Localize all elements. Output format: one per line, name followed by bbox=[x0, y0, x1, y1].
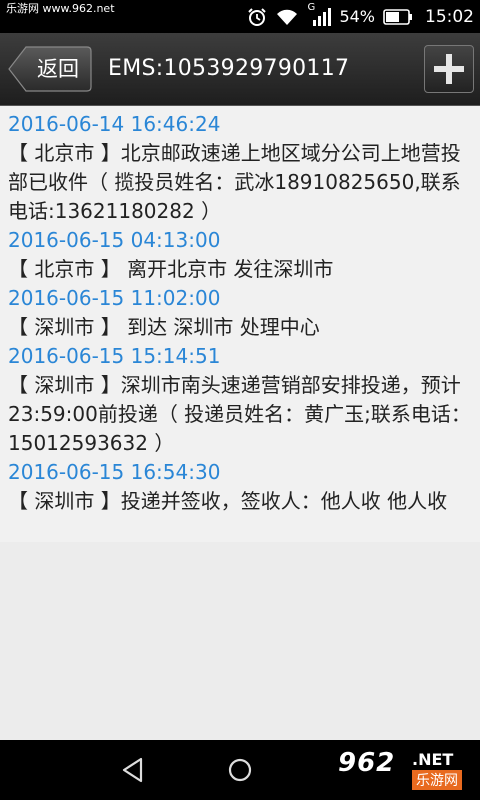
track-time: 2016-06-15 11:02:00 bbox=[8, 286, 221, 310]
alarm-icon bbox=[248, 7, 267, 26]
track-desc: 【 深圳市 】深圳市南头速递营销部安排投递，预计23:59:00前投递（ 投递员… bbox=[8, 373, 471, 455]
battery-percent: 54% bbox=[339, 7, 375, 26]
signal-icon bbox=[313, 7, 332, 26]
battery-icon bbox=[383, 8, 412, 25]
status-icons: G 54% 15:02 bbox=[247, 0, 474, 33]
track-time: 2016-06-15 16:54:30 bbox=[8, 460, 221, 484]
nav-bar: 962 .NET 乐游网 bbox=[0, 740, 480, 800]
plus-icon bbox=[434, 54, 464, 84]
status-time: 15:02 bbox=[425, 6, 474, 27]
track-time: 2016-06-15 15:14:51 bbox=[8, 344, 221, 368]
track-desc: 【 深圳市 】投递并签收，签收人：他人收 他人收 bbox=[8, 489, 448, 513]
watermark-logo: 962 .NET 乐游网 bbox=[334, 746, 474, 794]
status-bar: 乐游网 www.962.net G 54% 15:02 bbox=[0, 0, 480, 33]
signal-indicator: G bbox=[307, 2, 332, 27]
track-desc: 【 北京市 】北京邮政速递上地区域分公司上地营投部已收件（ 揽投员姓名：武冰18… bbox=[8, 141, 461, 223]
blank-area bbox=[0, 542, 480, 740]
page-title: EMS:1053929790117 bbox=[108, 56, 350, 81]
list-item: 2016-06-15 04:13:00 【 北京市 】 离开北京市 发往深圳市 bbox=[8, 226, 472, 284]
back-triangle-icon[interactable] bbox=[119, 756, 147, 784]
track-desc: 【 深圳市 】 到达 深圳市 处理中心 bbox=[8, 315, 320, 339]
add-button[interactable] bbox=[424, 45, 474, 93]
title-bar: 返回 EMS:1053929790117 bbox=[0, 33, 480, 106]
list-item: 2016-06-14 16:46:24 【 北京市 】北京邮政速递上地区域分公司… bbox=[8, 110, 472, 226]
list-item: 2016-06-15 11:02:00 【 深圳市 】 到达 深圳市 处理中心 bbox=[8, 284, 472, 342]
list-item: 2016-06-15 16:54:30 【 深圳市 】投递并签收，签收人：他人收… bbox=[8, 458, 472, 516]
track-desc: 【 北京市 】 离开北京市 发往深圳市 bbox=[8, 257, 334, 281]
watermark-cn: 乐游网 bbox=[412, 770, 462, 790]
tracking-list: 2016-06-14 16:46:24 【 北京市 】北京邮政速递上地区域分公司… bbox=[0, 106, 480, 542]
watermark-net: .NET bbox=[412, 750, 454, 769]
home-circle-icon[interactable] bbox=[226, 756, 254, 784]
wifi-icon bbox=[277, 9, 298, 25]
track-time: 2016-06-14 16:46:24 bbox=[8, 112, 221, 136]
track-time: 2016-06-15 04:13:00 bbox=[8, 228, 221, 252]
watermark-top: 乐游网 www.962.net bbox=[4, 2, 117, 16]
list-item: 2016-06-15 15:14:51 【 深圳市 】深圳市南头速递营销部安排投… bbox=[8, 342, 472, 458]
back-button[interactable]: 返回 bbox=[8, 46, 92, 92]
watermark-num: 962 bbox=[338, 748, 396, 778]
back-button-label: 返回 bbox=[37, 57, 79, 81]
